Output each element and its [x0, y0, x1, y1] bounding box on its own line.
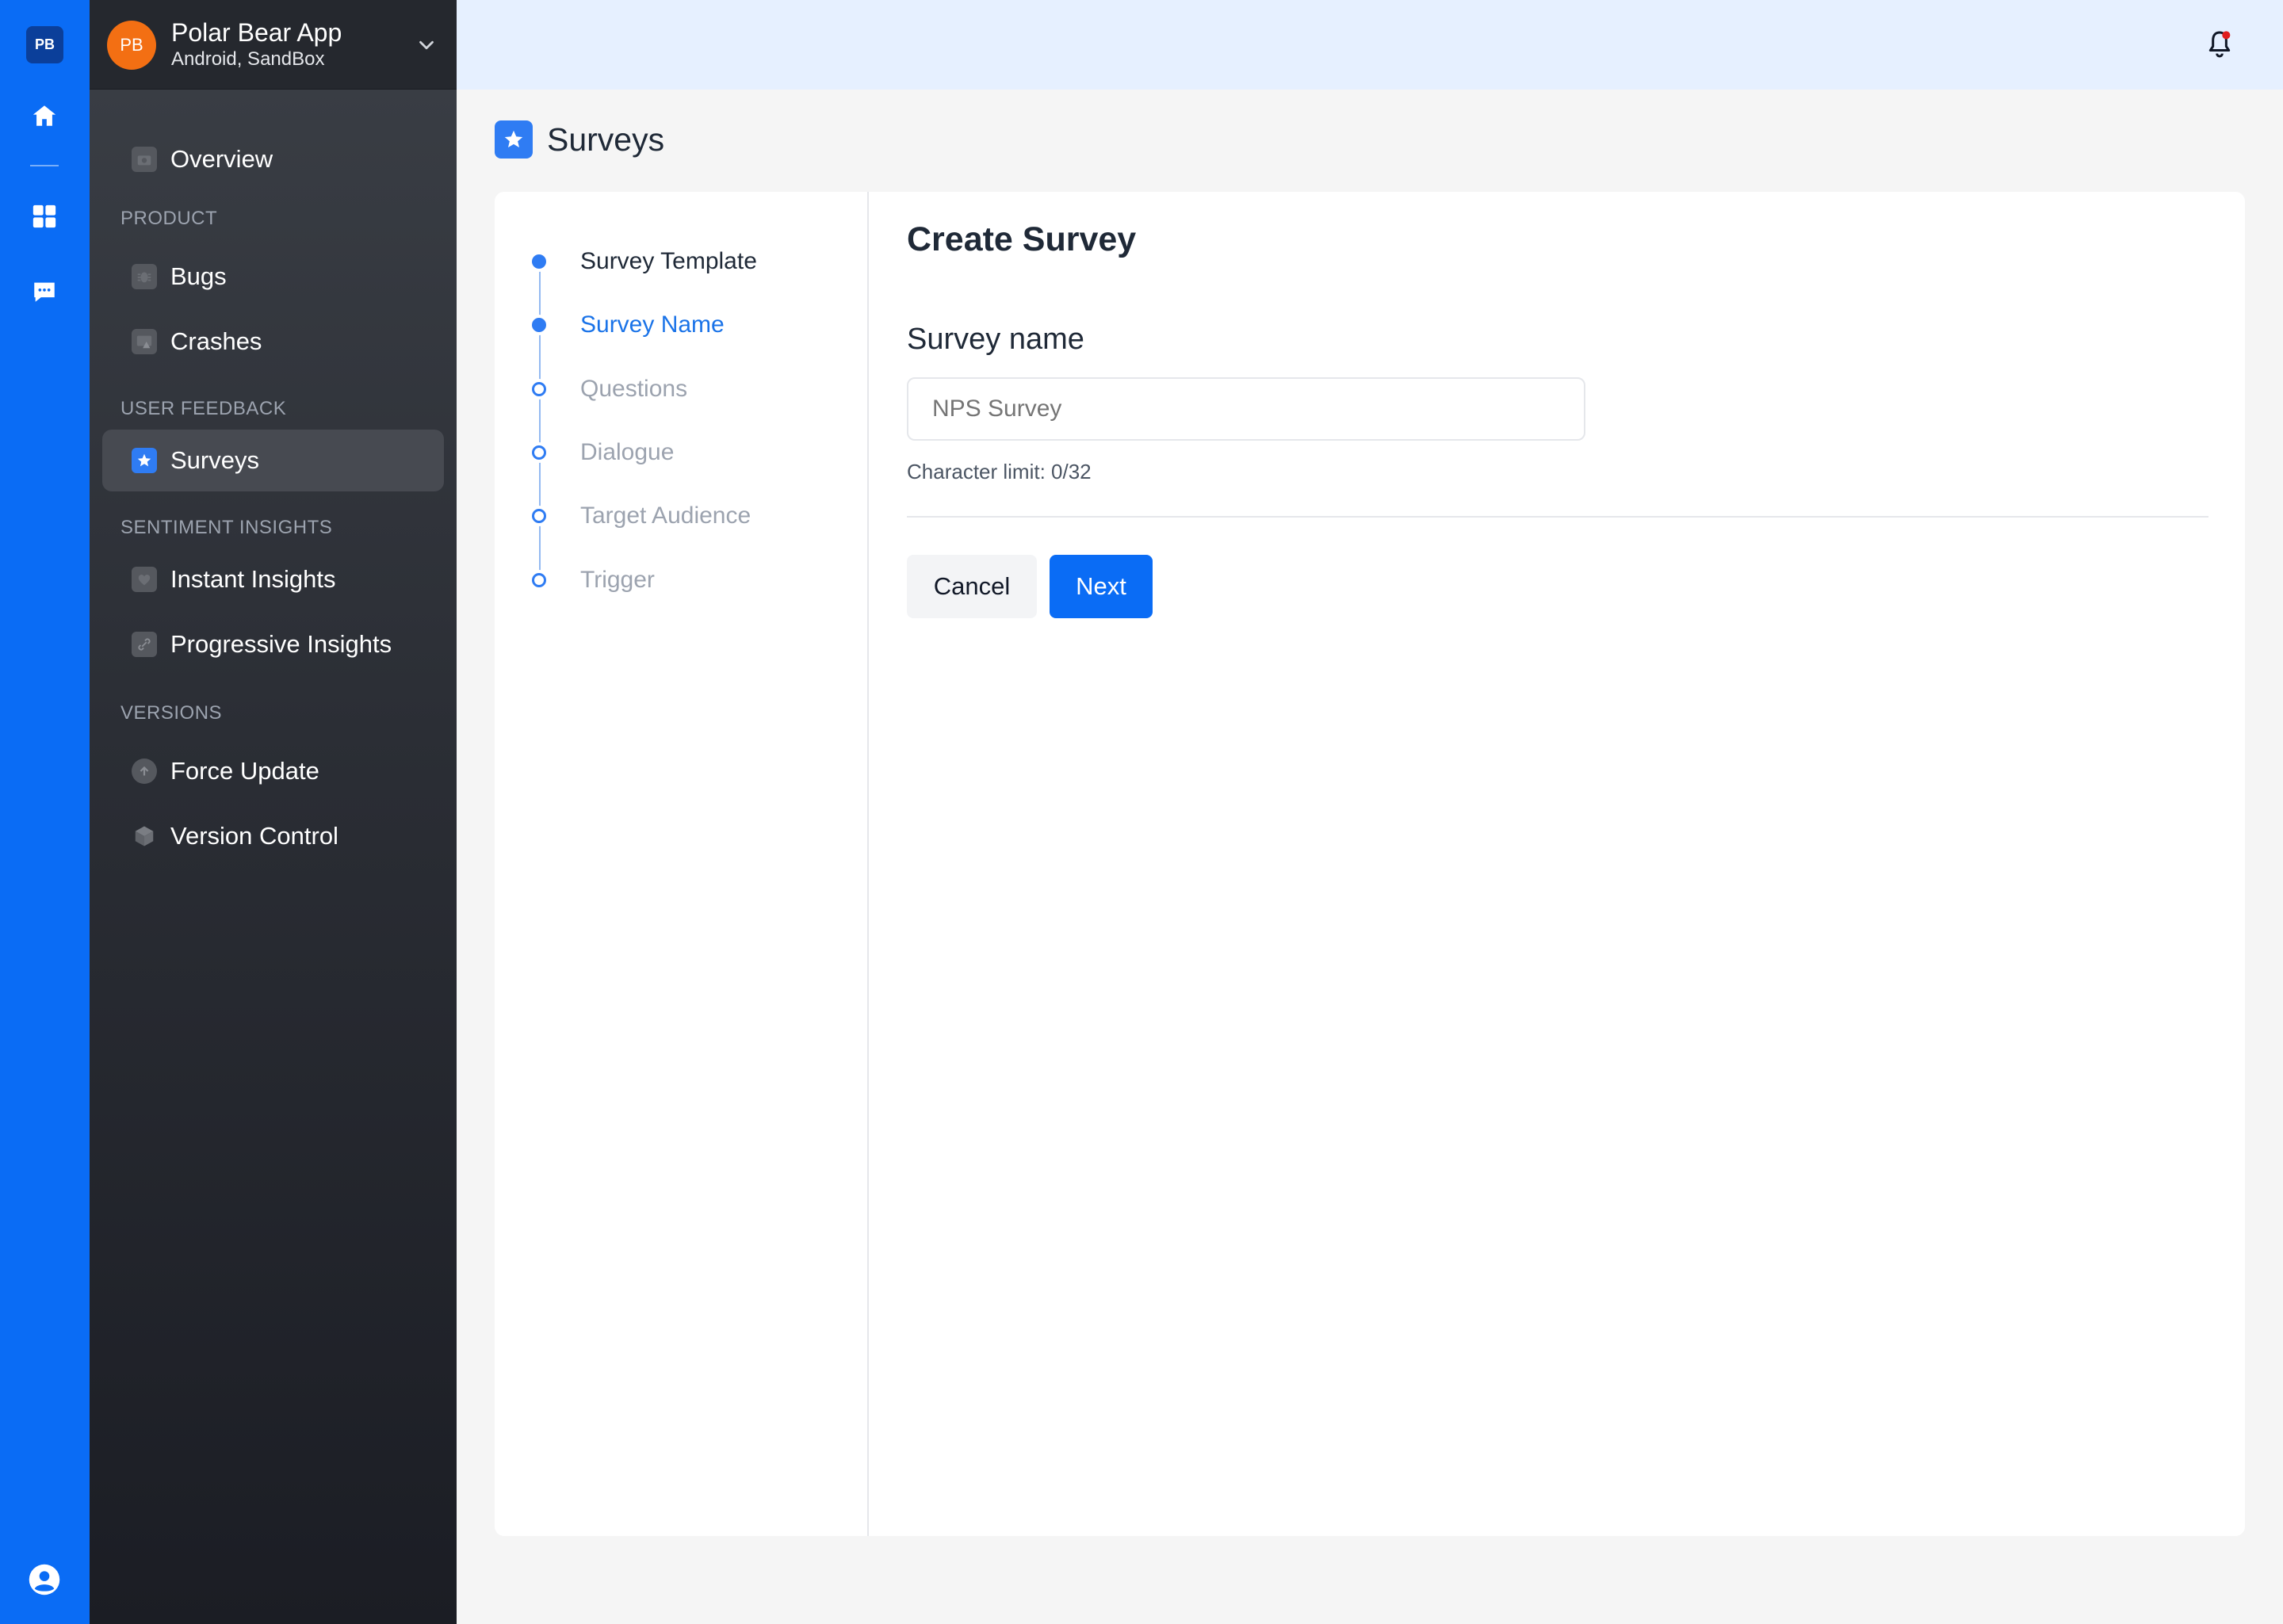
bug-icon	[132, 264, 157, 289]
step-label: Questions	[580, 375, 688, 402]
page-title: Surveys	[547, 120, 665, 158]
icon-rail: PB	[0, 0, 90, 1624]
step-trigger: Trigger	[529, 564, 655, 596]
app-platform: Android, SandBox	[171, 48, 325, 70]
step-survey-template[interactable]: Survey Template	[529, 246, 757, 277]
survey-name-label: Survey name	[907, 323, 1084, 356]
step-target-audience: Target Audience	[529, 500, 751, 532]
section-heading-versions: VERSIONS	[120, 702, 223, 724]
step-survey-name[interactable]: Survey Name	[529, 309, 725, 341]
user-profile-icon[interactable]	[28, 1563, 61, 1596]
top-bar	[457, 0, 2283, 90]
home-icon[interactable]	[28, 99, 61, 132]
sidebar-item-label: Surveys	[170, 446, 259, 474]
step-indicator	[529, 569, 549, 590]
sidebar-item-label: Version Control	[170, 822, 338, 850]
character-limit-hint: Character limit: 0/32	[907, 460, 1092, 483]
sidebar-item-label: Force Update	[170, 757, 319, 785]
form-title: Create Survey	[907, 220, 1137, 258]
sidebar-item-overview[interactable]: Overview	[102, 128, 444, 190]
notification-bell-icon[interactable]	[2204, 29, 2235, 60]
step-label: Target Audience	[580, 502, 751, 529]
sidebar: PB Polar Bear App Android, SandBox Overv…	[90, 0, 457, 1624]
sidebar-item-label: Crashes	[170, 327, 262, 355]
sidebar-item-label: Instant Insights	[170, 565, 336, 593]
arrow-up-circle-icon	[132, 759, 157, 784]
step-dialogue: Dialogue	[529, 437, 674, 468]
camera-icon	[132, 147, 157, 172]
dashboard-grid-icon[interactable]	[28, 200, 61, 233]
next-button[interactable]: Next	[1050, 555, 1153, 618]
chat-icon[interactable]	[28, 275, 61, 308]
chevron-down-icon[interactable]	[415, 33, 438, 57]
sidebar-item-force-update[interactable]: Force Update	[102, 740, 444, 802]
section-heading-sentiment: SENTIMENT INSIGHTS	[120, 517, 333, 538]
form-divider	[907, 516, 2208, 518]
rail-divider	[30, 165, 59, 166]
sidebar-item-crashes[interactable]: Crashes	[102, 311, 444, 373]
step-indicator	[529, 315, 549, 336]
step-label: Trigger	[580, 566, 655, 593]
step-label: Survey Name	[580, 311, 725, 338]
sidebar-item-bugs[interactable]: Bugs	[102, 246, 444, 308]
step-label: Survey Template	[580, 248, 757, 274]
heart-icon	[132, 567, 157, 592]
step-indicator	[529, 441, 549, 463]
sidebar-item-label: Bugs	[170, 262, 227, 290]
workspace-badge[interactable]: PB	[26, 26, 63, 63]
app-switcher[interactable]: PB Polar Bear App Android, SandBox	[90, 0, 457, 90]
sidebar-item-label: Progressive Insights	[170, 630, 392, 658]
star-icon	[132, 448, 157, 473]
link-icon	[132, 632, 157, 657]
section-heading-user-feedback: USER FEEDBACK	[120, 398, 287, 419]
sidebar-item-surveys[interactable]: Surveys	[102, 430, 444, 491]
crash-window-icon	[132, 329, 157, 354]
step-questions: Questions	[529, 373, 687, 405]
step-indicator	[529, 251, 549, 272]
star-icon	[495, 120, 533, 159]
step-indicator	[529, 506, 549, 527]
step-indicator	[529, 378, 549, 399]
sidebar-item-instant-insights[interactable]: Instant Insights	[102, 548, 444, 610]
app-name: Polar Bear App	[171, 18, 342, 47]
box-icon	[132, 823, 157, 849]
survey-name-input[interactable]	[907, 377, 1585, 441]
sidebar-item-progressive-insights[interactable]: Progressive Insights	[102, 613, 444, 675]
page-header: Surveys	[495, 120, 664, 159]
stepper-divider	[867, 192, 869, 1536]
app-avatar: PB	[107, 21, 156, 70]
cancel-button[interactable]: Cancel	[907, 555, 1037, 618]
section-heading-product: PRODUCT	[120, 208, 218, 229]
sidebar-item-label: Overview	[170, 145, 273, 173]
sidebar-item-version-control[interactable]: Version Control	[102, 805, 444, 867]
step-label: Dialogue	[580, 438, 675, 465]
